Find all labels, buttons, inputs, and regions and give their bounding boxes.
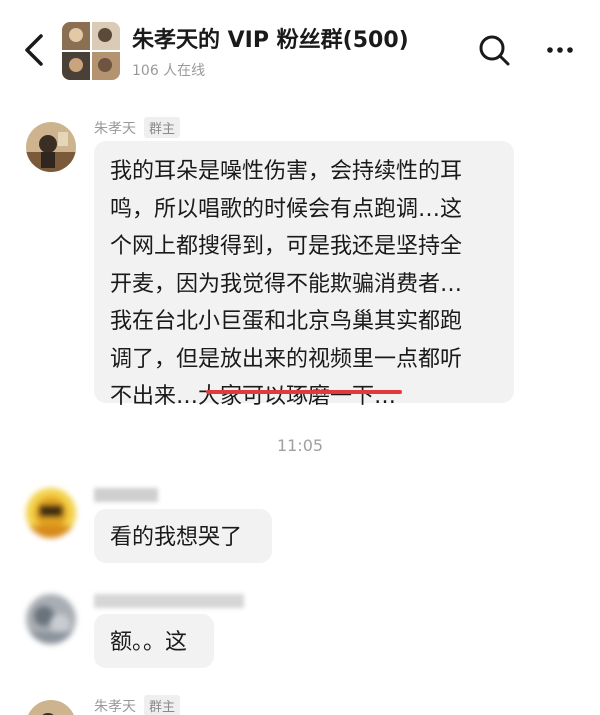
sender-name-text: 朱孝天 bbox=[94, 121, 136, 137]
search-button[interactable] bbox=[474, 30, 514, 70]
message-bubble[interactable]: 我的耳朵是噪性伤害，会持续性的耳 鸣，所以唱歌的时候会有点跑调…这 个网上都搜得… bbox=[94, 141, 514, 409]
sender-name: 朱孝天 群主 bbox=[94, 695, 181, 715]
sender-avatar[interactable] bbox=[26, 488, 76, 538]
message-line: 我的耳朵是噪性伤害，会持续性的耳 bbox=[110, 159, 463, 184]
online-count: 106 人在线 bbox=[132, 63, 206, 79]
group-avatar[interactable] bbox=[62, 22, 120, 80]
sender-avatar[interactable] bbox=[26, 594, 76, 644]
message-bubble[interactable]: 看的我想哭了 bbox=[94, 509, 272, 563]
sender-name-text: 朱孝天 bbox=[94, 699, 136, 715]
more-button[interactable] bbox=[540, 30, 580, 70]
message-text: 额。。这 bbox=[110, 630, 188, 655]
sender-avatar[interactable] bbox=[26, 122, 76, 172]
sender-name-redacted bbox=[94, 594, 244, 608]
back-button[interactable] bbox=[14, 28, 58, 72]
back-arrow-icon bbox=[25, 34, 43, 66]
role-badge: 群主 bbox=[144, 695, 181, 715]
message-line: 我在台北小巨蛋和北京鸟巢其实都跑 bbox=[110, 309, 463, 334]
message-bubble[interactable]: 额。。这 bbox=[94, 614, 214, 668]
message-text: 看的我想哭了 bbox=[110, 525, 243, 550]
message-line: 调了，但是放出来的视频里一点都听 bbox=[110, 346, 463, 372]
message-timestamp: 11:05 bbox=[276, 436, 324, 455]
more-icon bbox=[547, 47, 573, 53]
chat-title: 朱孝天的 VIP 粉丝群(500) bbox=[132, 28, 409, 53]
chat-screen: 朱孝天的 VIP 粉丝群(500) 106 人在线 朱孝天 群主 我的耳朵是噪性… bbox=[0, 0, 600, 715]
message-line: 个网上都搜得到，可是我还是坚持全 bbox=[110, 234, 463, 259]
message-line: 鸣，所以唱歌的时候会有点跑调…这 bbox=[110, 196, 463, 222]
message-line: 开麦，因为我觉得不能欺骗消费者… bbox=[110, 271, 463, 297]
highlight-underline bbox=[206, 390, 402, 394]
sender-name: 朱孝天 群主 bbox=[94, 117, 181, 138]
sender-avatar[interactable] bbox=[26, 700, 76, 715]
role-badge: 群主 bbox=[144, 117, 181, 138]
search-icon bbox=[479, 35, 510, 66]
message-text: 我的耳朵是噪性伤害，会持续性的耳 鸣，所以唱歌的时候会有点跑调…这 个网上都搜得… bbox=[110, 153, 462, 416]
chat-header: 朱孝天的 VIP 粉丝群(500) 106 人在线 bbox=[0, 0, 600, 92]
sender-name-redacted bbox=[94, 488, 158, 502]
message-line: 不出来…大家可以琢磨一下… bbox=[110, 384, 397, 409]
